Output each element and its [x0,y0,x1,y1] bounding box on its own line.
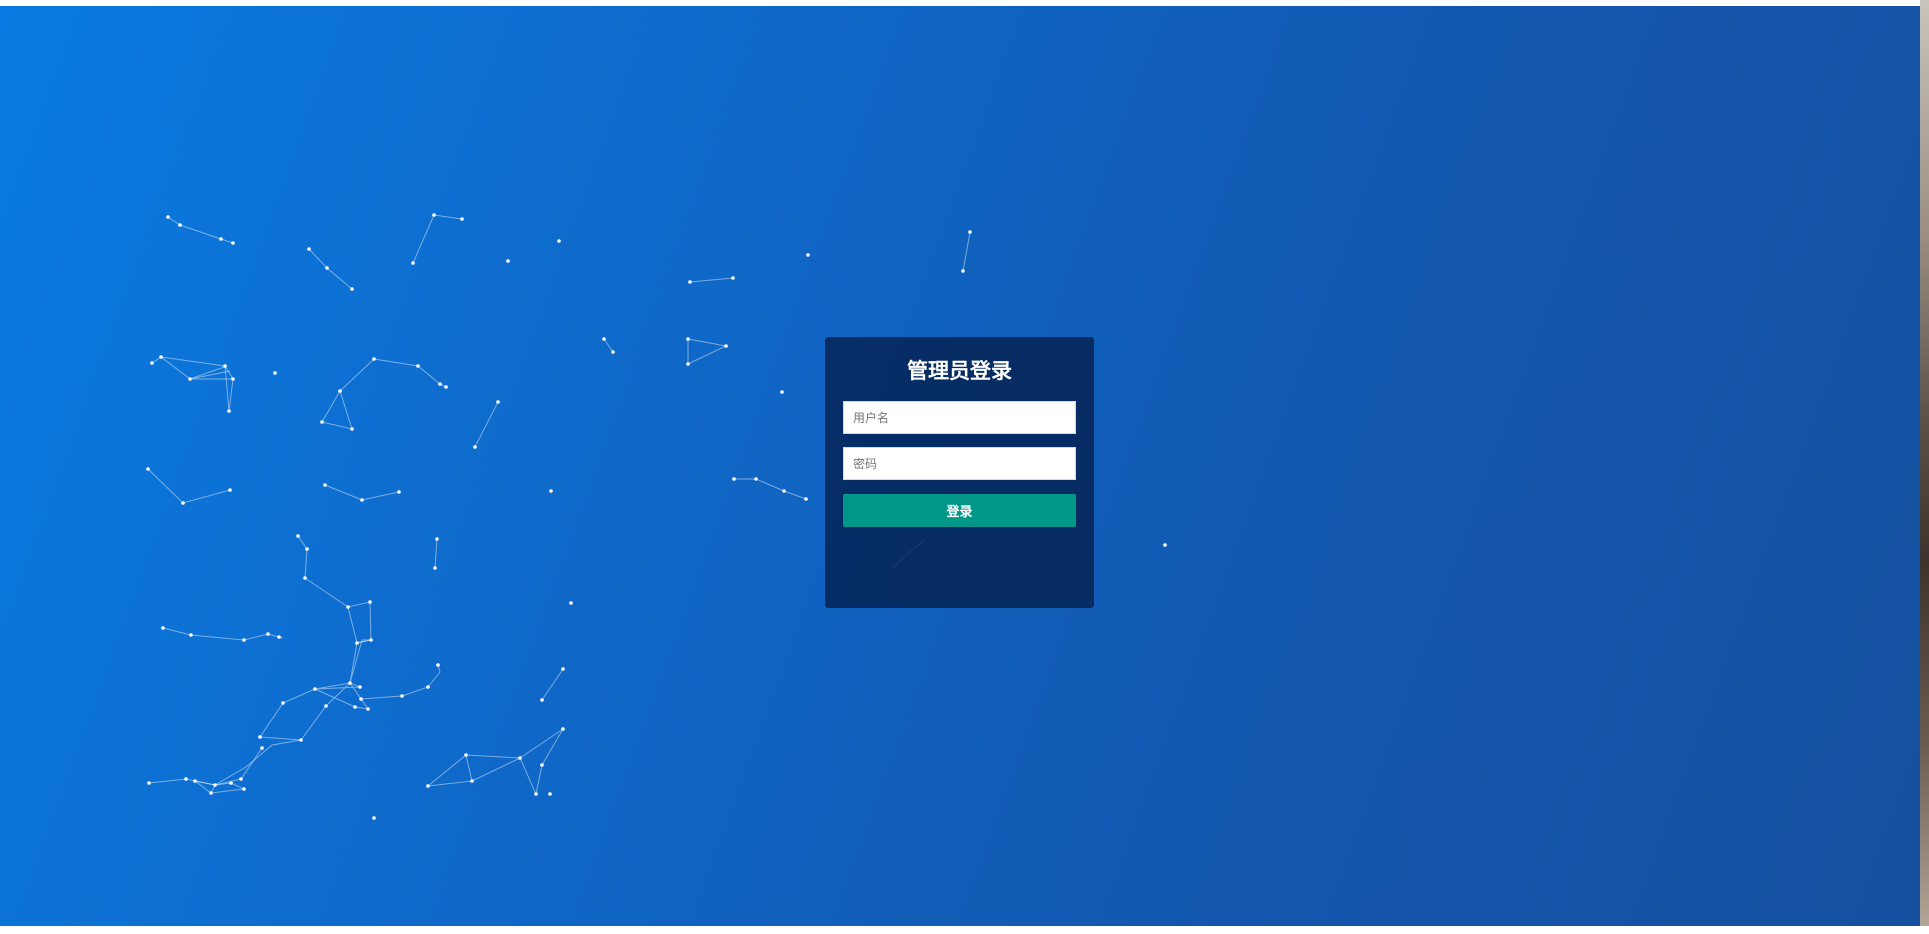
username-input[interactable] [843,401,1076,434]
bottom-edge-bar [0,926,1929,934]
login-title: 管理员登录 [907,359,1012,383]
particle-background: 管理员登录 登录 [0,6,1920,926]
background-window-edge [1920,0,1929,934]
page: 管理员登录 登录 [0,0,1929,934]
login-button[interactable]: 登录 [843,494,1076,527]
login-panel: 管理员登录 登录 [825,337,1094,608]
password-input[interactable] [843,447,1076,480]
